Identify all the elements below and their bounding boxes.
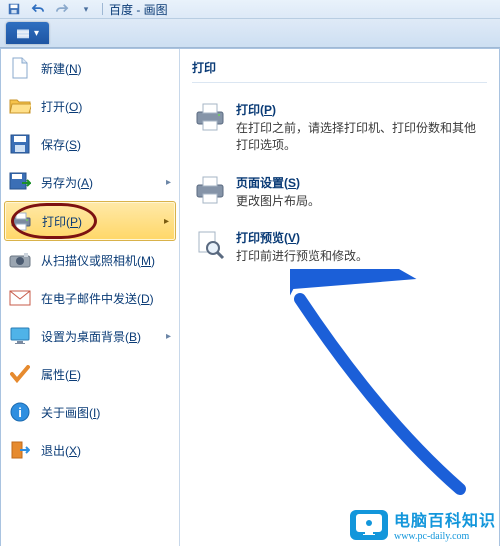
printer-gear-icon [194,174,226,206]
check-icon [9,363,31,385]
menu-from-scanner-label: 从扫描仪或照相机(M) [41,252,155,269]
info-icon: i [9,401,31,423]
menu-open[interactable]: 打开(O) [1,87,179,125]
menu-save-as[interactable]: 另存为(A) ▸ [1,163,179,201]
menu-save-as-label: 另存为(A) [41,174,93,191]
backstage-left-column: 新建(N) 打开(O) 保存(S) 另存为(A) ▸ [1,49,180,546]
ribbon-bar: ▾ [0,19,500,48]
menu-open-label: 打开(O) [41,98,82,115]
menu-save-label: 保存(S) [41,136,81,153]
menu-print-label: 打印(P) [42,213,82,230]
window-title: 百度 - 画图 [109,1,168,18]
submenu-page-setup-desc: 更改图片布局。 [236,193,320,210]
menu-new[interactable]: 新建(N) [1,49,179,87]
backstage-right-pane: 打印 打印(P) 在打印之前，请选择打印机、打印份数和其他打印选项。 页面设置(… [180,49,499,546]
save-as-icon [9,171,31,193]
menu-about-label: 关于画图(I) [41,404,100,421]
submenu-print-preview-title: 打印预览(V) [236,229,368,246]
submenu-print-desc: 在打印之前，请选择打印机、打印份数和其他打印选项。 [236,120,485,154]
watermark-title: 电脑百科知识 [394,507,496,531]
menu-exit-label: 退出(X) [41,442,81,459]
watermark: 电脑百科知识 www.pc-daily.com [350,507,496,542]
menu-send-email-label: 在电子邮件中发送(D) [41,290,154,307]
save-quick-button[interactable] [4,2,24,16]
menu-properties-label: 属性(E) [41,366,81,383]
submenu-page-setup-title: 页面设置(S) [236,174,320,191]
camera-icon [9,249,31,271]
annotation-arrow [290,269,490,499]
chevron-right-icon: ▸ [166,331,171,342]
print-icon [10,210,32,232]
submenu-page-setup[interactable]: 页面设置(S) 更改图片布局。 [192,166,487,222]
file-tab-icon [16,27,30,39]
menu-save[interactable]: 保存(S) [1,125,179,163]
menu-print[interactable]: 打印(P) ▸ [4,201,176,241]
printer-large-icon [194,101,226,133]
chevron-down-icon: ▾ [34,28,39,39]
new-icon [9,57,31,79]
watermark-badge-icon [350,510,388,540]
monitor-icon [9,325,31,347]
menu-from-scanner[interactable]: 从扫描仪或照相机(M) [1,241,179,279]
right-pane-heading: 打印 [192,59,487,83]
menu-set-wallpaper[interactable]: 设置为桌面背景(B) ▸ [1,317,179,355]
submenu-print[interactable]: 打印(P) 在打印之前，请选择打印机、打印份数和其他打印选项。 [192,93,487,166]
email-icon [9,287,31,309]
qat-dropdown[interactable]: ▾ [76,2,96,16]
chevron-right-icon: ▸ [166,177,171,188]
menu-send-email[interactable]: 在电子邮件中发送(D) [1,279,179,317]
undo-button[interactable] [28,2,48,16]
menu-properties[interactable]: 属性(E) [1,355,179,393]
submenu-print-title: 打印(P) [236,101,485,118]
redo-button[interactable] [52,2,72,16]
backstage-menu: 新建(N) 打开(O) 保存(S) 另存为(A) ▸ [0,48,500,546]
svg-text:i: i [18,405,22,420]
watermark-url: www.pc-daily.com [394,531,496,542]
submenu-print-preview[interactable]: 打印预览(V) 打印前进行预览和修改。 [192,221,487,277]
chevron-right-icon: ▸ [164,216,169,227]
title-bar: ▾ 百度 - 画图 [0,0,500,19]
exit-icon [9,439,31,461]
menu-about[interactable]: i 关于画图(I) [1,393,179,431]
menu-set-wallpaper-label: 设置为桌面背景(B) [41,328,141,345]
submenu-print-preview-desc: 打印前进行预览和修改。 [236,248,368,265]
save-icon [9,133,31,155]
menu-exit[interactable]: 退出(X) [1,431,179,469]
menu-new-label: 新建(N) [41,60,82,77]
open-icon [9,95,31,117]
quick-access-toolbar: ▾ [4,2,96,16]
magnifier-icon [194,229,226,261]
file-tab[interactable]: ▾ [6,22,49,44]
